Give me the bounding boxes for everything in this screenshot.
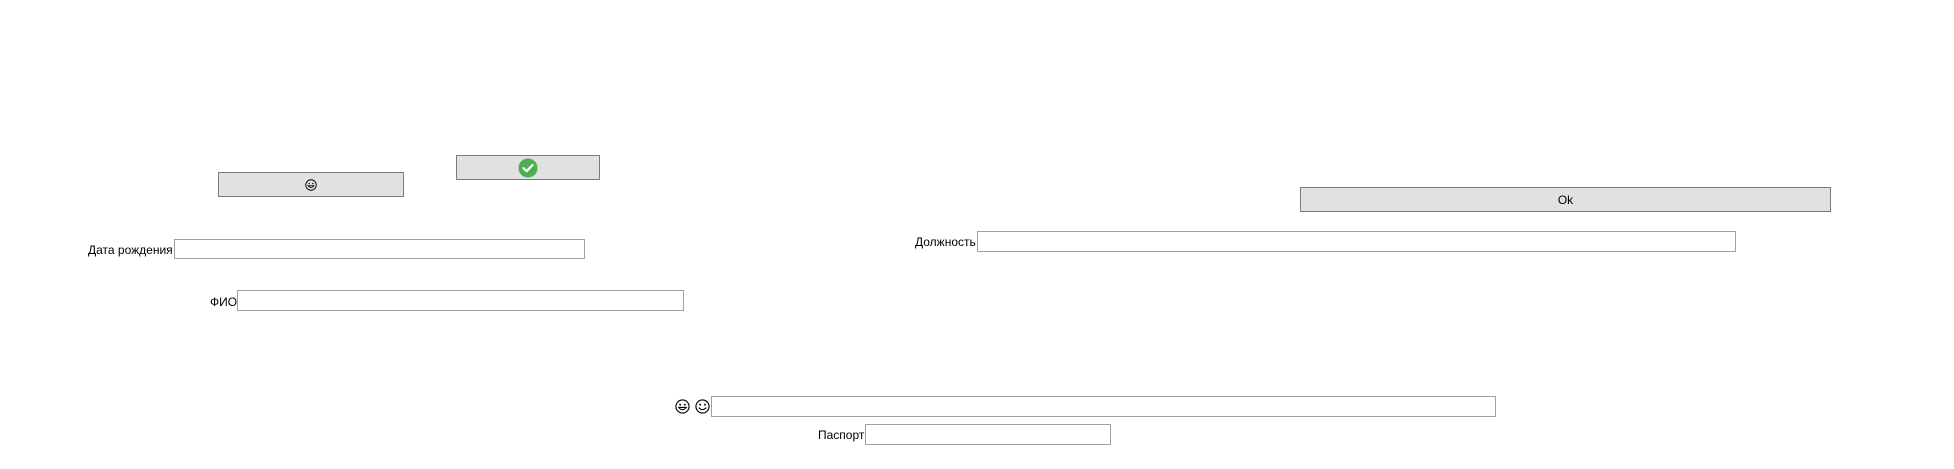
passport-label: Паспорт: [818, 428, 865, 442]
birth-date-field[interactable]: [174, 239, 585, 259]
emoji-text-field[interactable]: [711, 396, 1496, 417]
smiling-face-icon: [695, 399, 710, 414]
position-field[interactable]: [977, 231, 1736, 252]
ok-button-label: Ok: [1557, 192, 1574, 207]
form-window: Ok Дата рождения Должность ФИО Паспорт: [0, 0, 1954, 469]
full-name-field[interactable]: [237, 290, 684, 311]
birth-date-label: Дата рождения: [88, 243, 173, 257]
full-name-label: ФИО: [210, 295, 238, 309]
grinning-face-icon: [305, 178, 317, 191]
confirm-check-button[interactable]: [456, 155, 600, 180]
passport-field[interactable]: [865, 424, 1111, 445]
grinning-face-icon: [675, 399, 690, 414]
smiley-button[interactable]: [218, 172, 404, 197]
green-checkmark-icon: [518, 158, 538, 177]
ok-button[interactable]: Ok: [1300, 187, 1831, 212]
position-label: Должность: [915, 235, 976, 249]
